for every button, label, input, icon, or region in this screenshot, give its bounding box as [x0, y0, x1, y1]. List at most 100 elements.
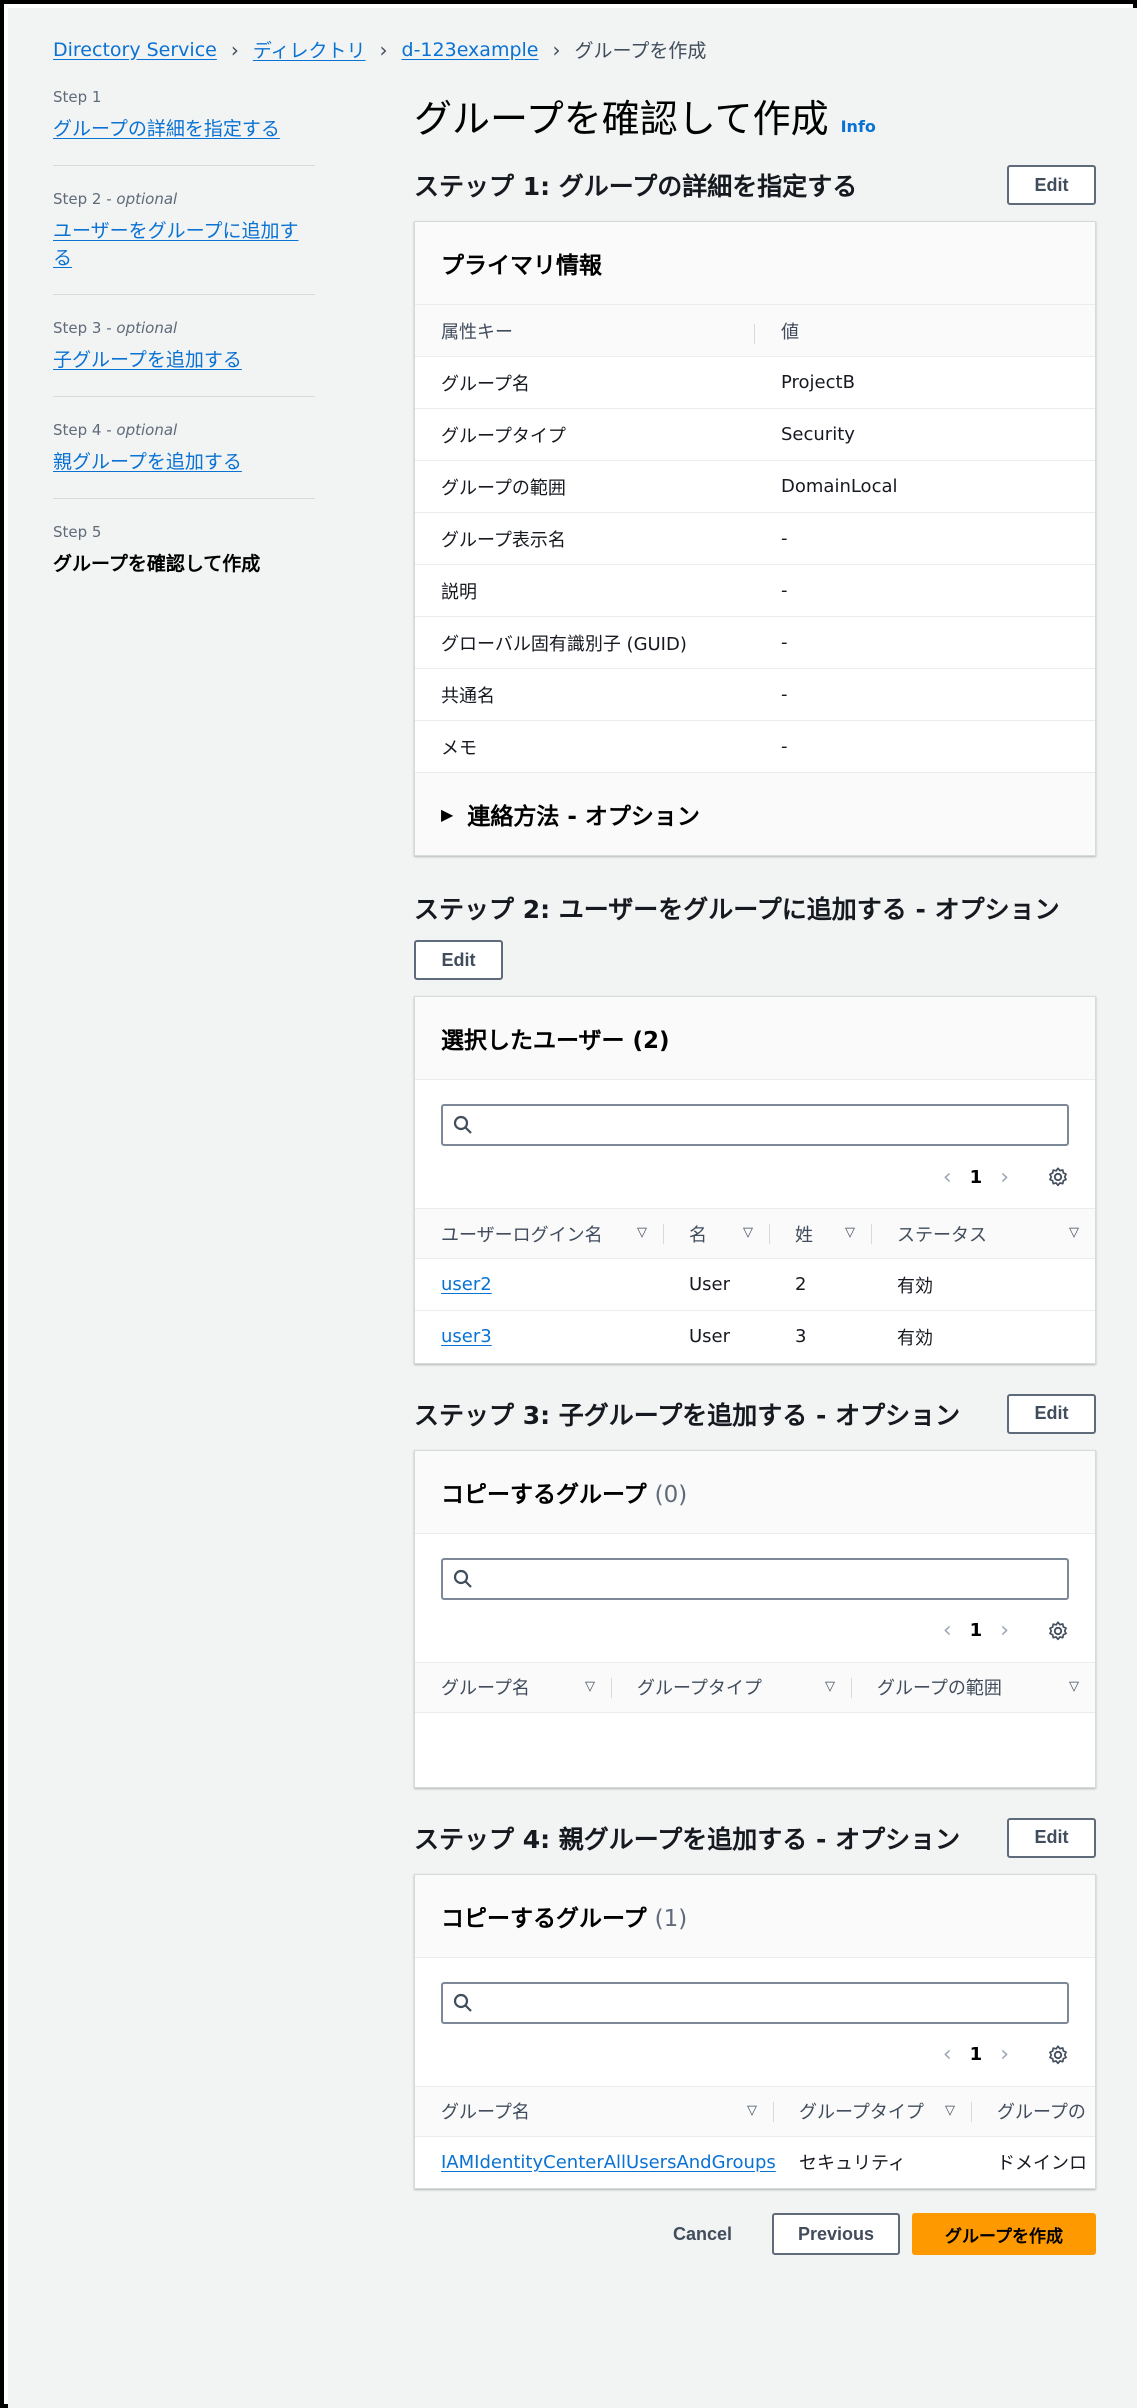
- gear-icon[interactable]: [1047, 1166, 1069, 1188]
- card-title: 選択したユーザー (2): [441, 1028, 670, 1054]
- step-link-add-child-groups[interactable]: 子グループを追加する: [53, 345, 315, 372]
- gear-icon[interactable]: [1047, 2044, 1069, 2066]
- step3-header: ステップ 3: 子グループを追加する - オプション Edit: [414, 1393, 1096, 1434]
- chevron-left-icon[interactable]: ‹: [943, 1165, 952, 1190]
- user-link[interactable]: user2: [441, 1274, 492, 1295]
- sort-caret-icon: ▽: [945, 2102, 955, 2118]
- chevron-right-icon[interactable]: ›: [1000, 1165, 1009, 1190]
- card-header: コピーするグループ (1): [415, 1874, 1095, 1958]
- chevron-right-icon[interactable]: ›: [1000, 2042, 1009, 2067]
- step3-title: ステップ 3: 子グループを追加する - オプション: [414, 1400, 961, 1430]
- kv-row: 説明 -: [415, 565, 1095, 617]
- cell-last-name: 2: [769, 1258, 871, 1311]
- breadcrumb-directory-service[interactable]: Directory Service: [53, 39, 217, 61]
- cell-first-name: User: [663, 1258, 769, 1311]
- caret-right-icon: ▶: [441, 804, 454, 824]
- sort-caret-icon: ▽: [747, 2102, 757, 2118]
- sort-caret-icon: ▽: [743, 1225, 753, 1240]
- step1-header: ステップ 1: グループの詳細を指定する Edit: [414, 165, 1096, 205]
- card-header: 選択したユーザー (2): [415, 997, 1095, 1080]
- column-header-group-name[interactable]: グループ名 ▽: [415, 2085, 773, 2137]
- info-link[interactable]: Info: [841, 117, 876, 136]
- table-row: user3 User 3 有効: [415, 1311, 1095, 1363]
- search-input[interactable]: [481, 1984, 1067, 2021]
- column-header-status[interactable]: ステータス ▽: [871, 1208, 1095, 1259]
- kv-key: 共通名: [441, 685, 495, 707]
- kv-value: -: [781, 528, 788, 549]
- sort-caret-icon: ▽: [637, 1225, 647, 1240]
- column-header-first-name[interactable]: 名 ▽: [663, 1208, 769, 1259]
- kv-row: メモ -: [415, 721, 1095, 773]
- group-link[interactable]: IAMIdentityCenterAllUsersAndGroups: [441, 2152, 776, 2173]
- chevron-right-icon[interactable]: ›: [1000, 1618, 1009, 1643]
- breadcrumb-directory-id[interactable]: d-123example: [402, 39, 539, 61]
- edit-step3-button[interactable]: Edit: [1007, 1393, 1096, 1434]
- kv-value: Security: [781, 424, 855, 445]
- child-groups-table: グループ名 ▽ グループタイプ ▽ グループの範囲 ▽: [415, 1661, 1095, 1713]
- page-number[interactable]: 1: [970, 1167, 983, 1188]
- page-number[interactable]: 1: [970, 1620, 983, 1641]
- table-row: IAMIdentityCenterAllUsersAndGroups セキュリテ…: [415, 2136, 1095, 2188]
- page-number[interactable]: 1: [970, 2044, 983, 2065]
- step-1: Step 1 グループの詳細を指定する: [53, 88, 315, 166]
- card-header: プライマリ情報: [415, 222, 1095, 305]
- breadcrumb-current: グループを作成: [574, 40, 707, 62]
- column-header-group-scope[interactable]: グループの範囲 ▽: [851, 1661, 1095, 1713]
- kv-value: -: [781, 736, 788, 757]
- cell-group-scope: ドメインロ: [997, 2153, 1087, 2175]
- search-field[interactable]: [441, 1981, 1069, 2024]
- step-number: Step 1: [53, 88, 102, 106]
- edit-step2-button[interactable]: Edit: [414, 940, 503, 980]
- group-count: (0): [654, 1481, 688, 1508]
- main-content: グループを確認して作成 Info ステップ 1: グループの詳細を指定する Ed…: [414, 88, 1096, 2255]
- page: Directory Service › ディレクトリ › d-123exampl…: [8, 8, 1137, 2408]
- column-header-group-name[interactable]: グループ名 ▽: [415, 1661, 611, 1713]
- step-4: Step 4 - optional 親グループを追加する: [53, 421, 315, 499]
- breadcrumb: Directory Service › ディレクトリ › d-123exampl…: [53, 36, 706, 63]
- user-link[interactable]: user3: [441, 1326, 492, 1347]
- card-title: プライマリ情報: [441, 253, 602, 279]
- edit-step1-button[interactable]: Edit: [1007, 165, 1096, 205]
- column-header-group-type[interactable]: グループタイプ ▽: [773, 2085, 971, 2137]
- breadcrumb-directory[interactable]: ディレクトリ: [253, 36, 366, 63]
- chevron-left-icon[interactable]: ‹: [943, 1618, 952, 1643]
- search-input[interactable]: [481, 1560, 1067, 1597]
- step-link-specify-details[interactable]: グループの詳細を指定する: [53, 114, 315, 141]
- kv-row: グループ表示名 -: [415, 513, 1095, 565]
- kv-key: 説明: [441, 581, 477, 603]
- table-scroll-area[interactable]: グループ名 ▽ グループタイプ ▽ グループの IAMIdentityCenterA…: [415, 2085, 1095, 2189]
- kv-row: グループタイプ Security: [415, 409, 1095, 461]
- search-field[interactable]: [441, 1104, 1069, 1146]
- create-group-button[interactable]: グループを作成: [912, 2213, 1096, 2255]
- kv-row: 共通名 -: [415, 669, 1095, 721]
- step-link-add-parent-groups[interactable]: 親グループを追加する: [53, 447, 315, 474]
- search-input[interactable]: [481, 1107, 1067, 1143]
- kv-value: -: [781, 580, 788, 601]
- search-field[interactable]: [441, 1557, 1069, 1600]
- table-header-row: グループ名 ▽ グループタイプ ▽ グループの範囲 ▽: [415, 1661, 1095, 1713]
- cell-status: 有効: [897, 1327, 933, 1349]
- step4-title: ステップ 4: 親グループを追加する - オプション: [414, 1824, 961, 1854]
- column-header-login[interactable]: ユーザーログイン名 ▽: [415, 1208, 663, 1259]
- kv-key: グループ名: [441, 373, 530, 395]
- edit-step4-button[interactable]: Edit: [1007, 1817, 1096, 1858]
- expander-label: 連絡方法 - オプション: [467, 804, 700, 830]
- previous-button[interactable]: Previous: [772, 2213, 900, 2255]
- column-header-value: 値: [781, 321, 799, 343]
- search-icon: [453, 1569, 472, 1588]
- pagination: ‹ 1 ›: [441, 2024, 1069, 2086]
- step2-header: ステップ 2: ユーザーをグループに追加する - オプション Edit: [414, 890, 1096, 980]
- kv-value: -: [781, 684, 788, 705]
- column-header-group-type[interactable]: グループタイプ ▽: [611, 1661, 851, 1713]
- step-link-add-users[interactable]: ユーザーをグループに追加する: [53, 216, 315, 270]
- gear-icon[interactable]: [1047, 1620, 1069, 1642]
- pagination: ‹ 1 ›: [441, 1600, 1069, 1662]
- window-frame: Directory Service › ディレクトリ › d-123exampl…: [0, 0, 1137, 2408]
- column-header-group-scope[interactable]: グループの: [971, 2085, 1095, 2137]
- column-header-last-name[interactable]: 姓 ▽: [769, 1208, 871, 1259]
- contact-methods-expander[interactable]: ▶ 連絡方法 - オプション: [415, 773, 1095, 855]
- step-number: Step 4 - optional: [53, 421, 178, 439]
- kv-row: グループ名 ProjectB: [415, 357, 1095, 409]
- chevron-left-icon[interactable]: ‹: [943, 2042, 952, 2067]
- cancel-button[interactable]: Cancel: [673, 2224, 732, 2245]
